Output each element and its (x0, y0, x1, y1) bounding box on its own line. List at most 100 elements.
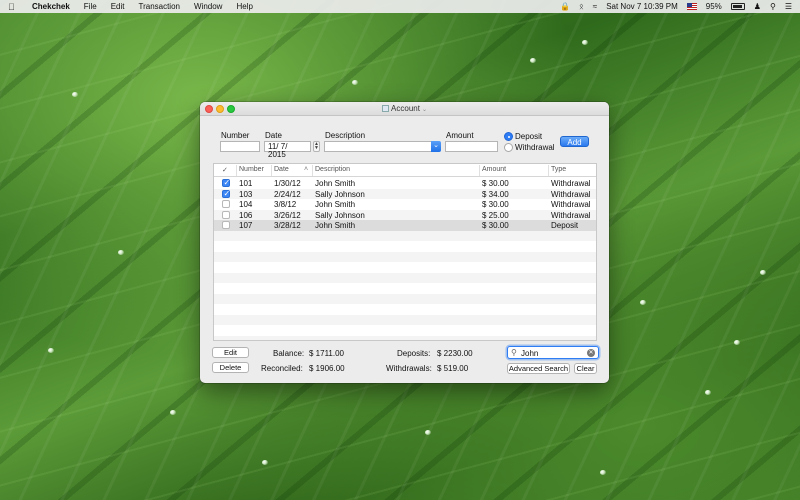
cell-date: 3/26/12 (274, 210, 301, 220)
col-date-header[interactable]: Date (274, 166, 289, 173)
withdrawals-label: Withdrawals: (386, 364, 432, 373)
advanced-search-button[interactable]: Advanced Search (507, 363, 570, 374)
raindrop (118, 250, 124, 255)
search-field[interactable]: ⚲ John ✕ (507, 346, 599, 359)
column-divider (271, 165, 272, 176)
table-row[interactable]: 101 1/30/12 John Smith $ 30.00 Withdrawal (214, 178, 596, 189)
date-field[interactable]: 11/ 7/ 2015 (264, 141, 311, 159)
status-area: 🔒 ᛟ ≈ Sat Nov 7 10:39 PM 95% ♟ ⚲ ☰ (560, 2, 792, 11)
deposit-radio[interactable] (504, 132, 513, 141)
withdrawal-radio[interactable] (504, 143, 513, 152)
table-row[interactable] (214, 293, 596, 304)
cell-number: 104 (239, 200, 253, 209)
table-row[interactable] (214, 272, 596, 283)
raindrop (600, 470, 606, 475)
raindrop (760, 270, 766, 275)
user-icon[interactable]: ♟ (754, 2, 761, 11)
col-check-header[interactable]: ✓ (222, 166, 228, 174)
table-row[interactable] (214, 283, 596, 294)
menu-transaction[interactable]: Transaction (138, 2, 180, 11)
description-dropdown-button[interactable]: ⌄ (431, 141, 441, 152)
raindrop (48, 348, 54, 353)
bluetooth-icon[interactable]: ᛟ (579, 2, 584, 11)
table-row[interactable] (214, 325, 596, 336)
menu-file[interactable]: File (84, 2, 97, 11)
raindrop (530, 58, 536, 63)
cell-description: John Smith (315, 179, 356, 188)
input-source-flag-icon[interactable] (686, 3, 697, 10)
column-divider (312, 165, 313, 176)
table-row[interactable]: 103 2/24/12 Sally Johnson $ 34.00 Withdrawal (214, 188, 596, 199)
search-icon: ⚲ (511, 348, 517, 357)
lock-icon[interactable]: 🔒 (560, 2, 570, 11)
menu-app-name[interactable]: Chekchek (32, 2, 70, 11)
cell-number: 101 (239, 179, 253, 188)
table-row[interactable] (214, 251, 596, 262)
raindrop (72, 92, 78, 97)
raindrop (170, 410, 176, 415)
table-row[interactable]: 107 3/28/12 John Smith $ 30.00 Deposit (214, 220, 596, 231)
chevron-down-icon: ⌄ (421, 107, 427, 113)
withdrawal-radio-label[interactable]: Withdrawal (515, 143, 555, 152)
document-icon (382, 105, 390, 112)
add-button[interactable]: Add (560, 136, 589, 147)
reconciled-value: $ 1906.00 (309, 364, 345, 373)
description-combo-field[interactable] (324, 141, 432, 152)
menu-help[interactable]: Help (236, 2, 252, 11)
table-row[interactable]: 104 3/8/12 John Smith $ 30.00 Withdrawal (214, 199, 596, 210)
amount-field[interactable] (445, 141, 498, 152)
reconcile-checkbox[interactable] (222, 221, 230, 229)
menu-window[interactable]: Window (194, 2, 222, 11)
reconcile-checkbox[interactable] (222, 178, 230, 187)
cell-date: 2/24/12 (274, 189, 301, 199)
raindrop (262, 460, 268, 465)
balance-value: $ 1711.00 (309, 349, 344, 358)
cell-date: 3/28/12 (274, 221, 301, 230)
apple-menu-icon[interactable]:  (8, 2, 18, 12)
cell-description: John Smith (315, 200, 356, 209)
window-title[interactable]: Account ⌄ (200, 104, 609, 113)
clear-button[interactable]: Clear (574, 363, 597, 374)
edit-button[interactable]: Edit (212, 347, 249, 358)
spotlight-search-icon[interactable]: ⚲ (770, 2, 776, 11)
table-row[interactable] (214, 314, 596, 325)
transactions-table[interactable]: ✓ Number Date ˄ Description Amount Type … (213, 163, 597, 341)
cell-amount: $ 34.00 (482, 189, 509, 199)
title-bar[interactable]: Account ⌄ (200, 102, 609, 116)
date-stepper[interactable]: ▲ ▼ (313, 141, 320, 152)
table-row[interactable] (214, 262, 596, 273)
balance-label: Balance: (273, 349, 305, 358)
cell-amount: $ 30.00 (482, 221, 509, 230)
reconcile-checkbox[interactable] (222, 200, 230, 208)
cell-date: 3/8/12 (274, 200, 297, 209)
deposit-radio-label[interactable]: Deposit (515, 132, 542, 141)
reconcile-checkbox[interactable] (222, 210, 230, 219)
col-amount-header[interactable]: Amount (482, 166, 506, 173)
column-divider (236, 165, 237, 176)
battery-icon[interactable] (730, 3, 745, 10)
notification-center-icon[interactable]: ☰ (785, 2, 792, 11)
battery-percent[interactable]: 95% (706, 2, 722, 11)
account-window: Account ⌄ Number Date 11/ 7/ 2015 ▲ ▼ Desc… (200, 102, 609, 383)
column-divider (479, 165, 480, 176)
menu-edit[interactable]: Edit (111, 2, 125, 11)
table-row[interactable] (214, 230, 596, 241)
delete-button[interactable]: Delete (212, 362, 249, 373)
number-field[interactable] (220, 141, 260, 152)
table-row[interactable] (214, 241, 596, 252)
table-header: ✓ Number Date ˄ Description Amount Type (214, 164, 596, 177)
table-row[interactable]: 106 3/26/12 Sally Johnson $ 25.00 Withdrawal (214, 209, 596, 220)
search-value[interactable]: John (521, 349, 538, 358)
col-description-header[interactable]: Description (315, 166, 350, 173)
clock[interactable]: Sat Nov 7 10:39 PM (606, 2, 678, 11)
wifi-icon[interactable]: ≈ (593, 2, 597, 11)
cell-number: 103 (239, 189, 253, 199)
clear-search-icon[interactable]: ✕ (587, 349, 595, 357)
table-row[interactable] (214, 304, 596, 315)
col-number-header[interactable]: Number (239, 166, 264, 173)
raindrop (734, 340, 740, 345)
col-type-header[interactable]: Type (551, 166, 566, 173)
reconcile-checkbox[interactable] (222, 189, 230, 198)
table-row[interactable] (214, 335, 596, 340)
raindrop (705, 390, 711, 395)
